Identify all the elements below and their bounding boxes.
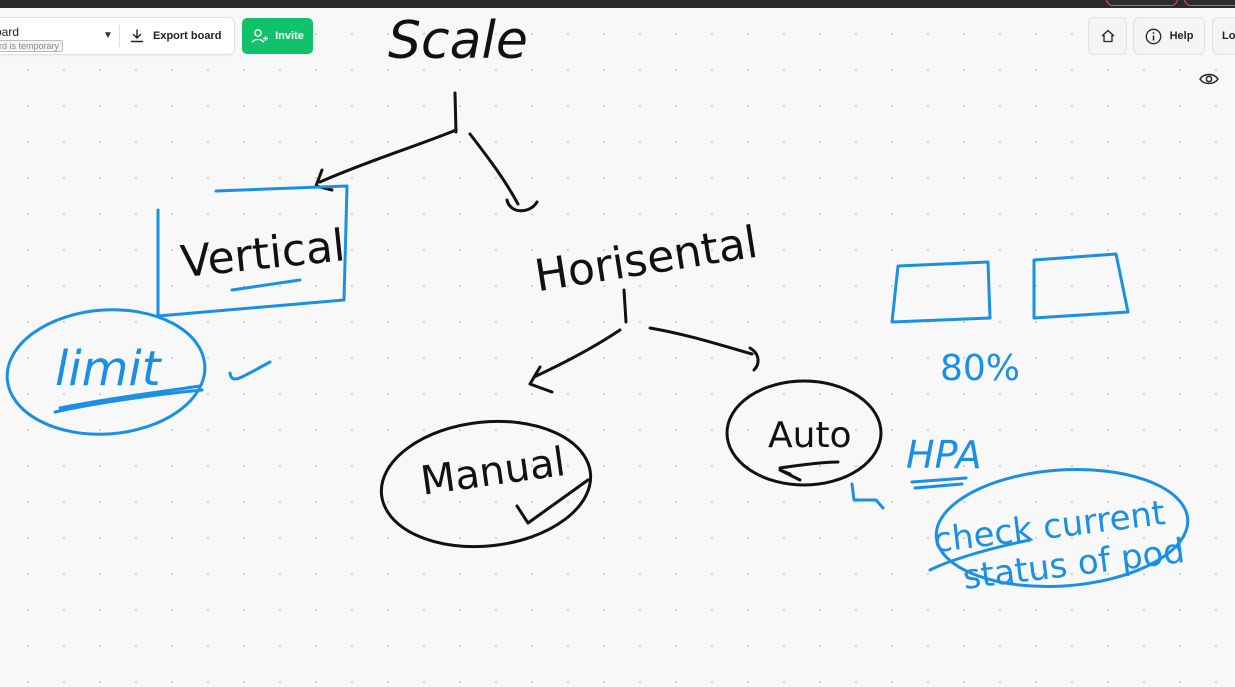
scale-label: Scale — [388, 11, 528, 71]
whiteboard-canvas[interactable]: Scale Vertical limit Horisental Manual A… — [0, 0, 1235, 687]
auto-label: Auto — [768, 415, 852, 456]
auto-underline — [778, 460, 840, 482]
horizontal-label: Horisental — [531, 217, 761, 303]
branch-auto — [648, 326, 754, 356]
pod-rectangle — [1032, 252, 1130, 320]
hpa-label: HPA — [906, 433, 982, 477]
branch-vertical — [318, 128, 458, 184]
branch-manual — [532, 328, 622, 379]
limit-check-mark — [228, 360, 272, 381]
horizontal-stem — [622, 288, 628, 324]
percent-label: 80% — [940, 348, 1020, 389]
hpa-arrow — [850, 482, 885, 510]
note-label: check currentstatus of pod — [931, 491, 1187, 601]
pod-rectangle — [890, 260, 992, 324]
arrowhead-horizontal — [505, 198, 539, 213]
manual-label: Manual — [418, 439, 568, 505]
branch-horizontal — [468, 132, 520, 206]
limit-label: limit — [55, 341, 163, 397]
vertical-label: Vertical — [178, 220, 347, 288]
root-stem — [453, 91, 458, 134]
hpa-underline — [910, 476, 968, 490]
arrowhead-auto — [748, 346, 760, 372]
